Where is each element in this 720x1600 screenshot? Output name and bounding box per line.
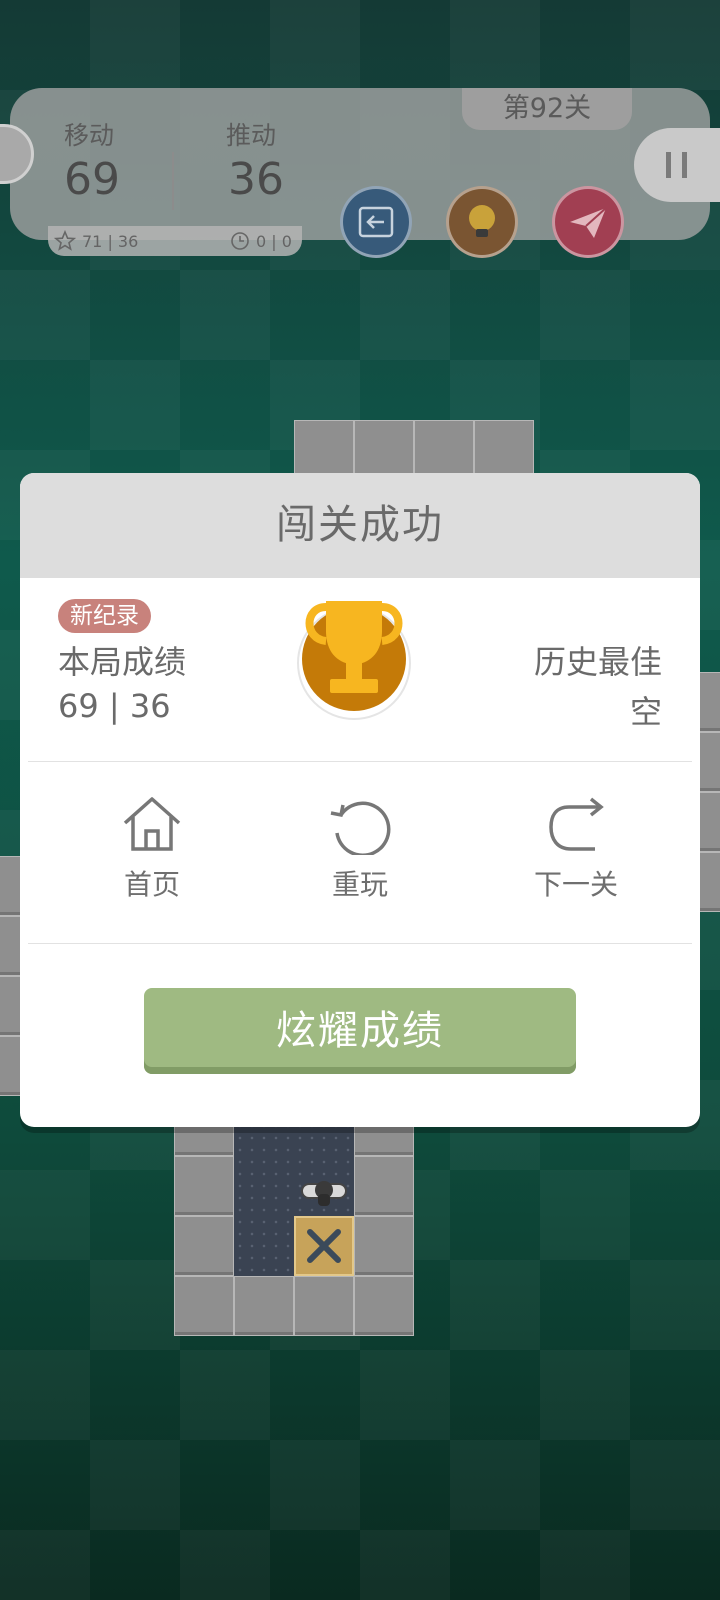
share-plane-icon [570, 207, 607, 238]
divider [28, 943, 692, 944]
star-icon [53, 229, 77, 256]
replay-button[interactable]: 重玩 [280, 793, 440, 903]
current-score-value: 69 | 36 [58, 687, 171, 725]
replay-icon [330, 801, 391, 858]
hud-divider [172, 152, 174, 210]
next-level-button[interactable]: 下一关 [496, 793, 656, 903]
next-level-label: 下一关 [533, 868, 618, 901]
crate-x-icon [307, 1229, 341, 1263]
share-plane-button[interactable] [552, 186, 624, 258]
hint-button[interactable] [446, 186, 518, 258]
pushes-label: 推动 [226, 121, 277, 150]
clock-icon [230, 231, 250, 255]
best-score-label: 历史最佳 [533, 643, 662, 681]
divider [28, 761, 692, 762]
player-tile [294, 1156, 354, 1216]
moves-label: 移动 [64, 121, 115, 150]
pause-button[interactable] [634, 128, 720, 202]
dialog-title: 闯关成功 [20, 473, 700, 578]
hint-bulb-icon [469, 205, 495, 237]
best-score-value: 空 [629, 693, 662, 731]
level-complete-dialog: 闯关成功 新纪录 本局成绩 69 | 36 历史最佳 空 首页 重玩 下一关 炫… [20, 473, 700, 1127]
new-record-badge: 新纪录 [58, 599, 151, 633]
undo-icon [358, 206, 394, 238]
pause-icon [666, 152, 687, 178]
current-score-label: 本局成绩 [58, 643, 187, 681]
home-icon [123, 797, 181, 851]
show-off-score-button[interactable]: 炫耀成绩 [144, 988, 576, 1074]
level-indicator: 第92关 [462, 88, 632, 130]
replay-label: 重玩 [331, 868, 388, 901]
star-record: 71 | 36 [82, 232, 139, 251]
pushes-value: 36 [228, 154, 284, 205]
moves-value: 69 [64, 154, 120, 205]
next-level-icon [549, 797, 604, 851]
undo-button[interactable] [340, 186, 412, 258]
home-label: 首页 [123, 868, 180, 901]
time-record: 0 | 0 [256, 232, 292, 251]
crate-on-goal [294, 1216, 354, 1276]
trophy-icon [296, 591, 416, 725]
home-button[interactable]: 首页 [72, 793, 232, 903]
player-icon [301, 1181, 347, 1206]
